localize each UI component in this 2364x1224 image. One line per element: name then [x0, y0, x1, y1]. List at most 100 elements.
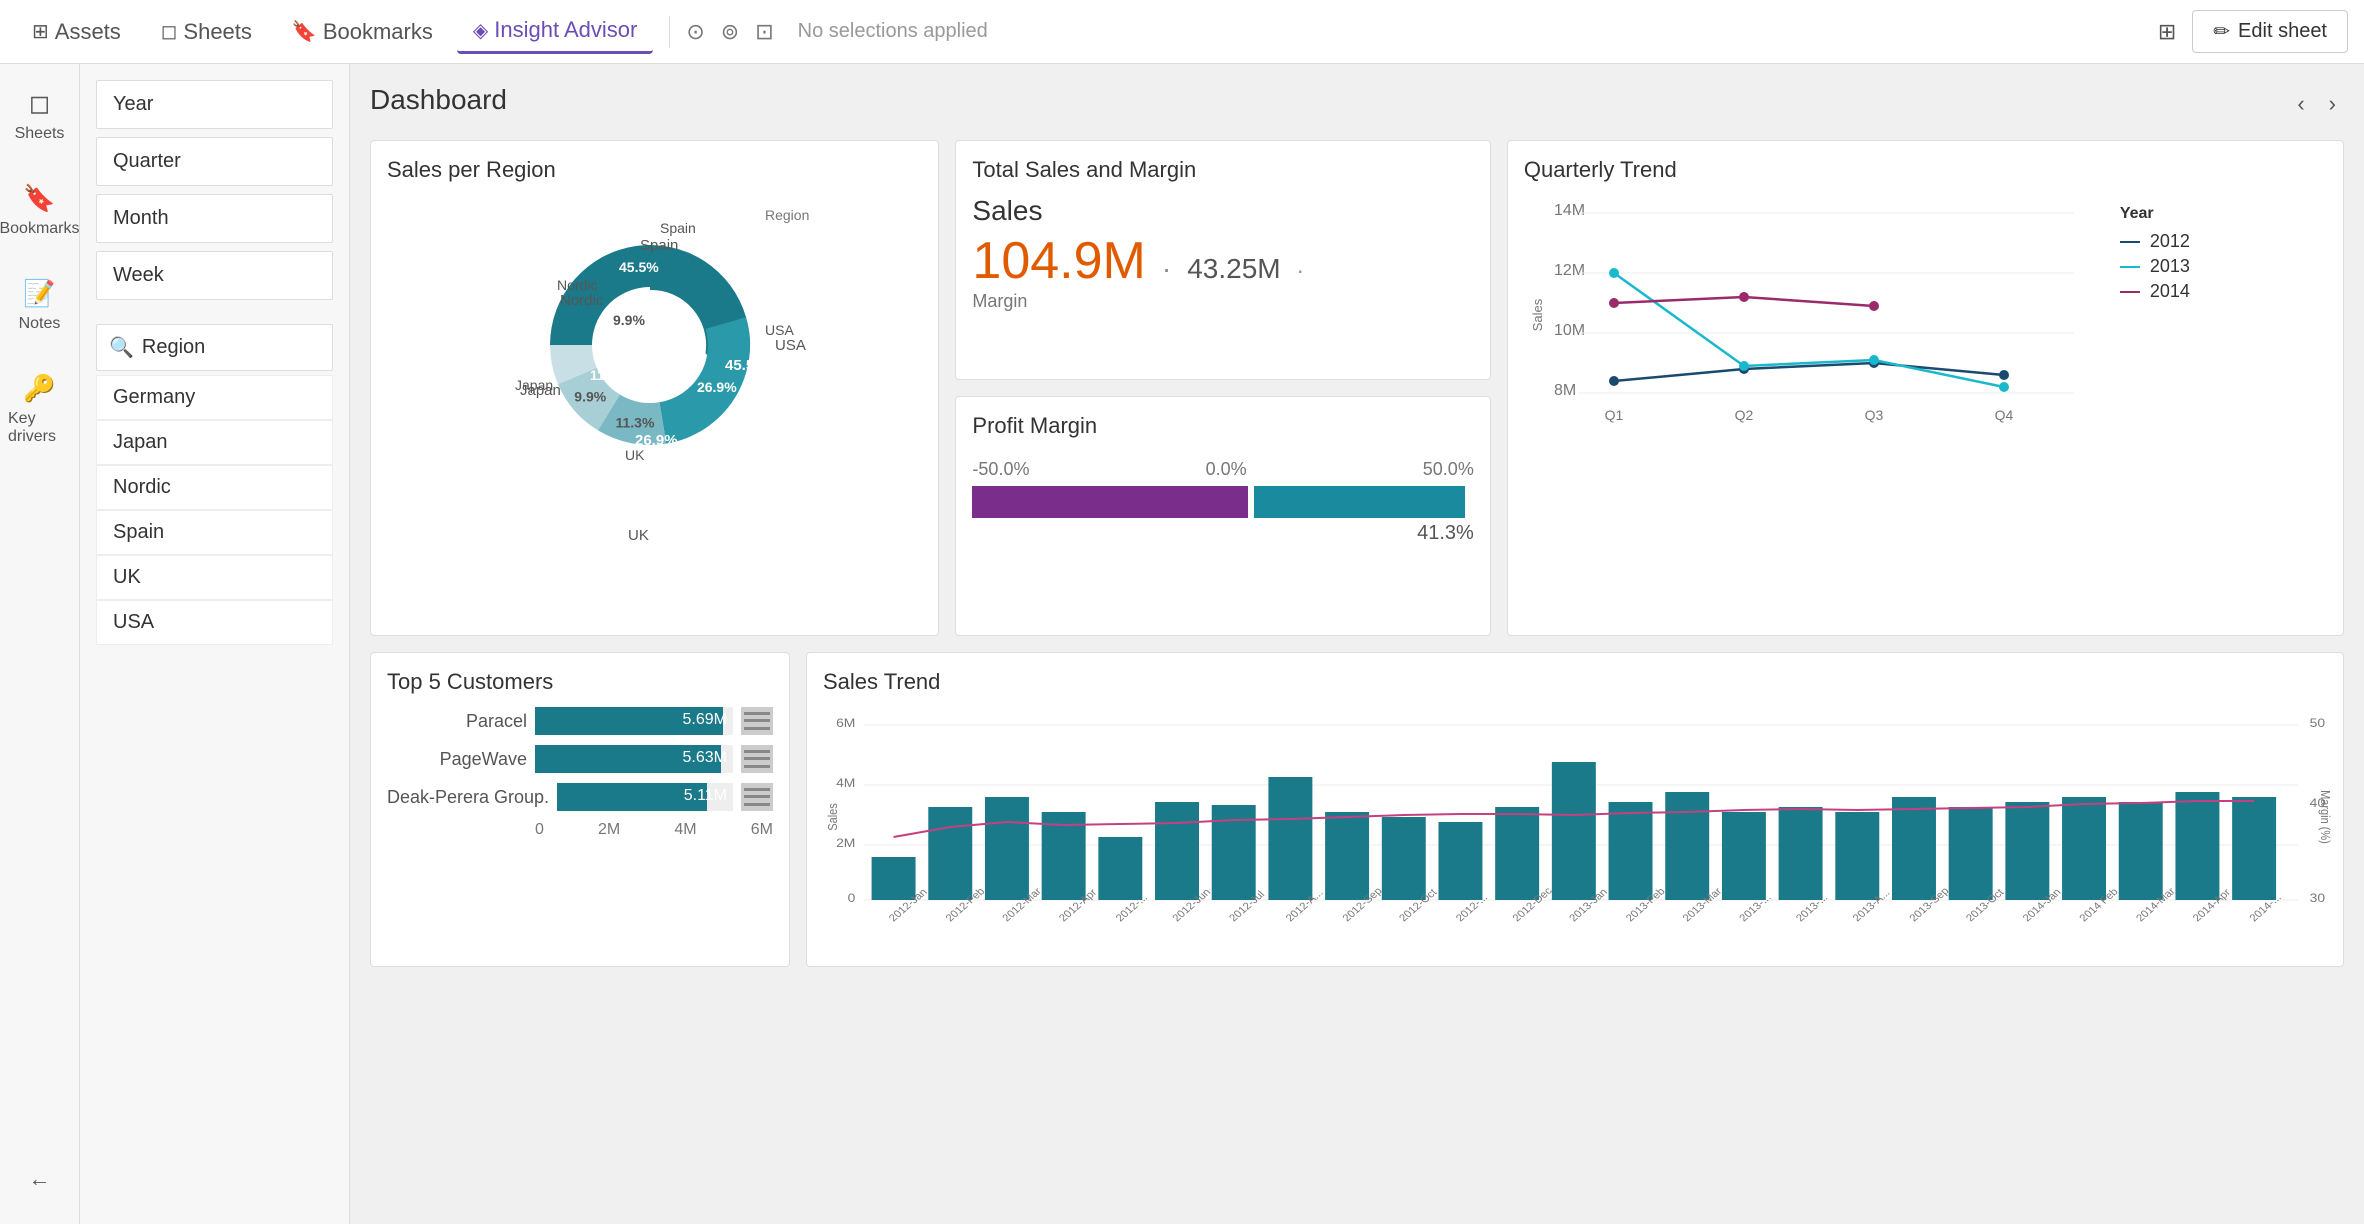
sales-trend-bars: [872, 762, 2277, 900]
collapse-button[interactable]: ←: [29, 1166, 51, 1191]
region-usa[interactable]: USA: [96, 600, 333, 645]
svg-text:6M: 6M: [836, 716, 855, 730]
sidebar-item-key-drivers[interactable]: 🔑 Key drivers: [0, 365, 79, 454]
sales-trend-chart: 6M 4M 2M 0 50 40 30 Sales Margin (%): [823, 707, 2327, 947]
region-uk[interactable]: UK: [96, 555, 333, 600]
region-spain[interactable]: Spain: [96, 510, 333, 555]
filter-week[interactable]: Week: [96, 251, 333, 300]
left-sidebar: ◻ Sheets 🔖 Bookmarks 📝 Notes 🔑 Key drive…: [0, 64, 80, 1224]
point-2014-q1: [1609, 298, 1619, 308]
margin-label: Margin: [972, 291, 1473, 312]
top5-title: Top 5 Customers: [387, 669, 773, 695]
insight-icon: ◈: [473, 18, 488, 43]
filter-month[interactable]: Month: [96, 194, 333, 243]
svg-text:Q1: Q1: [1605, 407, 1624, 423]
grid-layout-icon[interactable]: ⊞: [2158, 19, 2176, 45]
sales-per-region-title: Sales per Region: [387, 157, 922, 183]
x-label-2m: 2M: [598, 821, 620, 839]
point-2014-q2: [1739, 292, 1749, 302]
main-layout: ◻ Sheets 🔖 Bookmarks 📝 Notes 🔑 Key drive…: [0, 64, 2364, 1224]
filter-quarter[interactable]: Quarter: [96, 137, 333, 186]
top-nav: ⊞ Assets ◻ Sheets 🔖 Bookmarks ◈ Insight …: [0, 0, 2364, 64]
nordic-label: Nordic: [560, 292, 604, 309]
next-arrow[interactable]: ›: [2321, 87, 2344, 121]
region-search-box[interactable]: 🔍 Region: [96, 324, 333, 371]
legend-2013-line: [2120, 266, 2140, 268]
point-2012-q4: [1999, 370, 2009, 380]
usa-pct: 45.5%: [725, 357, 768, 374]
region-germany-label: Germany: [113, 386, 195, 408]
sidebar-sheets-icon: ◻: [29, 88, 51, 119]
search-icon[interactable]: ⊙: [686, 19, 704, 45]
sidebar-bookmarks-icon: 🔖: [23, 183, 55, 214]
region-japan[interactable]: Japan: [96, 420, 333, 465]
svg-text:Q2: Q2: [1735, 407, 1754, 423]
uk-pct: 26.9%: [635, 432, 678, 449]
paracel-value: 5.69M: [683, 711, 727, 729]
top5-customers-card: Top 5 Customers Paracel 5.69M: [370, 652, 790, 967]
point-2013-q4: [1999, 382, 2009, 392]
bar-chart: Paracel 5.69M PageWave: [387, 707, 773, 839]
insight-label: Insight Advisor: [494, 17, 637, 43]
total-sales-title: Total Sales and Margin: [972, 157, 1473, 183]
top-nav-right: ⊞ ✏ Edit sheet: [2158, 10, 2348, 53]
svg-text:14M: 14M: [1554, 202, 1585, 219]
sidebar-keydriver-icon: 🔑: [23, 373, 55, 404]
spain-label: Spain: [640, 237, 678, 254]
lasso-icon[interactable]: ⊚: [721, 19, 739, 45]
quarterly-legend: Year 2012 2013: [2120, 195, 2200, 455]
region-spain-label: Spain: [113, 521, 164, 543]
assets-icon: ⊞: [32, 19, 49, 44]
filter-week-label: Week: [113, 264, 164, 286]
x-label-6m: 6M: [751, 821, 773, 839]
svg-text:50: 50: [2310, 716, 2325, 730]
legend-2013-label: 2013: [2150, 256, 2190, 277]
sales-trend-title: Sales Trend: [823, 669, 2327, 695]
donut-chart: Region 45.5%26.9%11.3%9.9%USAUKJapanNord…: [465, 195, 845, 475]
bar-chart-x-axis: 0 2M 4M 6M: [387, 821, 773, 839]
filter-year[interactable]: Year: [96, 80, 333, 129]
region-usa-label: USA: [113, 611, 154, 633]
quarterly-trend-title: Quarterly Trend: [1524, 157, 2327, 183]
sales-label: Sales: [972, 195, 1473, 227]
donut-group: 45.5%26.9%11.3%9.9%USAUKJapanNordicSpain: [515, 220, 794, 463]
sidebar-notes-label: Notes: [19, 315, 61, 333]
pagewave-bar-track: 5.63M: [535, 745, 733, 773]
uk-label: UK: [628, 527, 649, 544]
sidebar-item-bookmarks[interactable]: 🔖 Bookmarks: [0, 175, 88, 246]
quarterly-trend-card: Quarterly Trend 14M 12M 10M 8M: [1507, 140, 2344, 636]
sidebar-item-sheets[interactable]: ◻ Sheets: [7, 80, 73, 151]
legend-items: 2012 2013 2014: [2120, 231, 2200, 302]
nav-insight-advisor[interactable]: ◈ Insight Advisor: [457, 9, 653, 54]
svg-text:Margin (%): Margin (%): [2318, 790, 2333, 844]
edit-sheet-button[interactable]: ✏ Edit sheet: [2192, 10, 2348, 53]
nav-bookmarks[interactable]: 🔖 Bookmarks: [276, 11, 449, 53]
page-title: Dashboard: [370, 84, 507, 116]
row1: Sales per Region Region: [370, 140, 2344, 636]
sidebar-item-notes[interactable]: 📝 Notes: [11, 270, 69, 341]
profit-label-zero: 0.0%: [1206, 459, 1247, 480]
pct-label-japan: 11.3%: [615, 415, 654, 431]
x-label-0: 0: [535, 821, 544, 839]
prev-arrow[interactable]: ‹: [2289, 87, 2312, 121]
region-nordic[interactable]: Nordic: [96, 465, 333, 510]
nav-separator: [669, 16, 670, 48]
nav-assets[interactable]: ⊞ Assets: [16, 11, 137, 53]
region-germany[interactable]: Germany: [96, 375, 333, 420]
total-sales-card: Total Sales and Margin Sales 104.9M · 43…: [955, 140, 1490, 380]
region-label-spain: Spain: [660, 220, 696, 236]
pct-label-uk: 26.9%: [697, 379, 737, 395]
sales-per-region-card: Sales per Region Region: [370, 140, 939, 636]
profit-bar-labels: -50.0% 0.0% 50.0%: [972, 459, 1473, 480]
select-icon[interactable]: ⊡: [755, 19, 773, 45]
region-label-uk: UK: [625, 447, 645, 463]
deakperera-value: 5.11M: [684, 787, 727, 805]
svg-text:30: 30: [2310, 891, 2325, 905]
pct-label-usa: 45.5%: [619, 259, 659, 275]
margin-value: 43.25M: [1187, 253, 1280, 285]
nav-sheets[interactable]: ◻ Sheets: [145, 11, 268, 53]
profit-bar-container: -50.0% 0.0% 50.0% 41.3%: [972, 459, 1473, 545]
region-japan-label: Japan: [113, 431, 168, 453]
legend-2012-line: [2120, 241, 2140, 243]
sales-big-value: 104.9M: [972, 231, 1145, 291]
